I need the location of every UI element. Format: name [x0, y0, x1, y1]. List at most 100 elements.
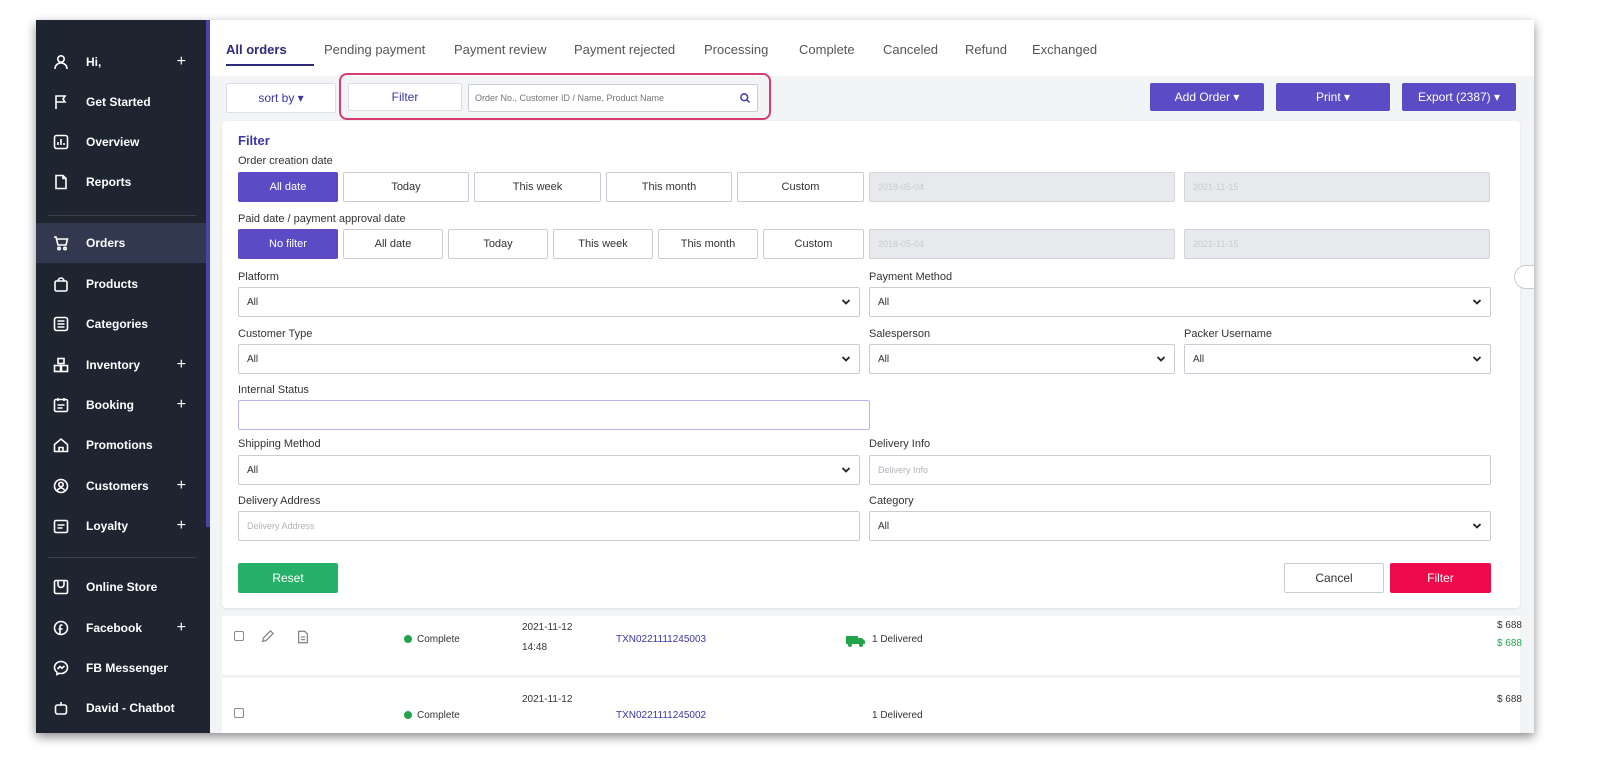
creation-this-week-button[interactable]: This week — [474, 172, 601, 202]
paid-no-filter-button[interactable]: No filter — [238, 229, 338, 259]
status-text: Complete — [417, 634, 460, 645]
order-txn-link[interactable]: TXN0221111245003 — [616, 634, 706, 645]
expand-plus-icon[interactable]: + — [177, 517, 186, 535]
delivery-address-input[interactable]: Delivery Address — [238, 511, 860, 541]
customer-type-select[interactable]: All — [238, 344, 860, 374]
tab-refund[interactable]: Refund — [965, 42, 1007, 57]
sidebar-item-booking[interactable]: Booking + — [36, 385, 206, 425]
tab-complete[interactable]: Complete — [799, 42, 855, 57]
order-creation-label: Order creation date — [238, 155, 333, 167]
creation-all-date-button[interactable]: All date — [238, 172, 338, 202]
sidebar-item-label: FB Messenger — [86, 661, 169, 675]
sidebar-item-label: Promotions — [86, 438, 153, 452]
facebook-icon — [53, 620, 69, 636]
paid-custom-button[interactable]: Custom — [763, 229, 864, 259]
collapse-chevron-icon[interactable] — [1514, 265, 1534, 289]
tab-canceled[interactable]: Canceled — [883, 42, 938, 57]
shipping-method-select[interactable]: All — [238, 455, 860, 485]
sidebar: Hi, + Get Started Overview Reports Order… — [36, 20, 210, 733]
expand-plus-icon[interactable]: + — [177, 619, 186, 637]
order-date: 2021-11-12 — [522, 694, 573, 705]
messenger-icon — [53, 660, 69, 676]
category-select[interactable]: All — [869, 511, 1491, 541]
sidebar-item-online-store[interactable]: Online Store — [36, 567, 206, 607]
expand-plus-icon[interactable]: + — [177, 477, 186, 495]
tab-payment-review[interactable]: Payment review — [454, 42, 546, 57]
sidebar-item-label: David - Chatbot — [86, 701, 175, 715]
payment-method-select[interactable]: All — [869, 287, 1491, 317]
paid-this-month-button[interactable]: This month — [658, 229, 758, 259]
packer-username-label: Packer Username — [1184, 328, 1273, 340]
salesperson-select[interactable]: All — [869, 344, 1175, 374]
internal-status-input[interactable] — [238, 400, 870, 430]
tab-pending-payment[interactable]: Pending payment — [324, 42, 425, 57]
expand-plus-icon[interactable]: + — [177, 356, 186, 374]
packer-username-select[interactable]: All — [1184, 344, 1491, 374]
table-row[interactable]: Complete 2021-11-12 TXN0221111245002 1 D… — [222, 678, 1522, 733]
sort-by-button[interactable]: sort by ▾ — [226, 83, 336, 113]
sidebar-item-greeting[interactable]: Hi, + — [36, 42, 206, 82]
table-row[interactable]: Complete 2021-11-12 14:48 TXN02211112450… — [222, 616, 1522, 676]
sidebar-item-chatbot[interactable]: David - Chatbot — [36, 688, 206, 728]
order-date: 2021-11-12 — [522, 622, 573, 633]
packer-username-value: All — [1193, 353, 1205, 365]
reset-button[interactable]: Reset — [238, 563, 338, 593]
sidebar-item-overview[interactable]: Overview — [36, 122, 206, 162]
platform-select[interactable]: All — [238, 287, 860, 317]
category-value: All — [878, 520, 890, 532]
paid-today-button[interactable]: Today — [448, 229, 548, 259]
sidebar-item-get-started[interactable]: Get Started — [36, 82, 206, 122]
creation-date-from[interactable]: 2018-05-04 — [869, 172, 1175, 202]
paid-date-to[interactable]: 2021-11-15 — [1184, 229, 1490, 259]
person-circle-icon — [53, 478, 69, 494]
creation-custom-button[interactable]: Custom — [737, 172, 864, 202]
filter-title: Filter — [238, 133, 270, 148]
add-order-button[interactable]: Add Order ▾ — [1150, 83, 1264, 111]
creation-this-month-button[interactable]: This month — [606, 172, 732, 202]
sidebar-item-fb-messenger[interactable]: FB Messenger — [36, 648, 206, 688]
sidebar-item-loyalty[interactable]: Loyalty + — [36, 506, 206, 546]
order-paid-amount: $ 688 — [1496, 638, 1522, 649]
sidebar-item-label: Booking — [86, 398, 134, 412]
platform-label: Platform — [238, 271, 279, 283]
creation-date-to[interactable]: 2021-11-15 — [1184, 172, 1490, 202]
chart-icon — [53, 134, 69, 150]
sidebar-item-facebook[interactable]: Facebook + — [36, 608, 206, 648]
expand-plus-icon[interactable]: + — [177, 53, 186, 71]
store-icon — [53, 579, 69, 595]
chevron-down-icon — [841, 297, 851, 307]
tab-payment-rejected[interactable]: Payment rejected — [574, 42, 675, 57]
sidebar-item-label: Reports — [86, 175, 132, 189]
document-icon — [53, 174, 69, 190]
edit-pencil-icon[interactable] — [260, 630, 274, 644]
apply-filter-button[interactable]: Filter — [1390, 563, 1491, 593]
row-checkbox[interactable] — [234, 631, 244, 641]
invoice-icon[interactable] — [296, 630, 310, 644]
paid-all-date-button[interactable]: All date — [343, 229, 443, 259]
print-button[interactable]: Print ▾ — [1276, 83, 1390, 111]
sidebar-item-categories[interactable]: Categories — [36, 304, 206, 344]
expand-plus-icon[interactable]: + — [177, 396, 186, 414]
order-txn-link[interactable]: TXN0221111245002 — [616, 710, 706, 721]
sidebar-item-promotions[interactable]: Promotions — [36, 425, 206, 465]
sidebar-item-orders[interactable]: Orders — [36, 223, 206, 263]
sidebar-item-reports[interactable]: Reports — [36, 162, 206, 202]
tab-processing[interactable]: Processing — [704, 42, 768, 57]
status-dot — [404, 711, 412, 719]
row-checkbox[interactable] — [234, 708, 244, 718]
cancel-button[interactable]: Cancel — [1284, 563, 1384, 593]
sidebar-item-customers[interactable]: Customers + — [36, 466, 206, 506]
paid-date-from[interactable]: 2018-05-04 — [869, 229, 1175, 259]
tab-all-orders[interactable]: All orders — [226, 42, 287, 57]
chevron-down-icon — [1156, 354, 1166, 364]
card-icon — [53, 518, 69, 534]
creation-today-button[interactable]: Today — [343, 172, 469, 202]
export-button[interactable]: Export (2387) ▾ — [1402, 83, 1516, 111]
sidebar-item-inventory[interactable]: Inventory + — [36, 345, 206, 385]
sidebar-item-products[interactable]: Products — [36, 264, 206, 304]
paid-this-week-button[interactable]: This week — [553, 229, 653, 259]
tab-exchanged[interactable]: Exchanged — [1032, 42, 1097, 57]
delivery-info-input[interactable]: Delivery Info — [869, 455, 1491, 485]
customer-type-value: All — [247, 353, 259, 365]
bot-icon — [53, 700, 69, 716]
